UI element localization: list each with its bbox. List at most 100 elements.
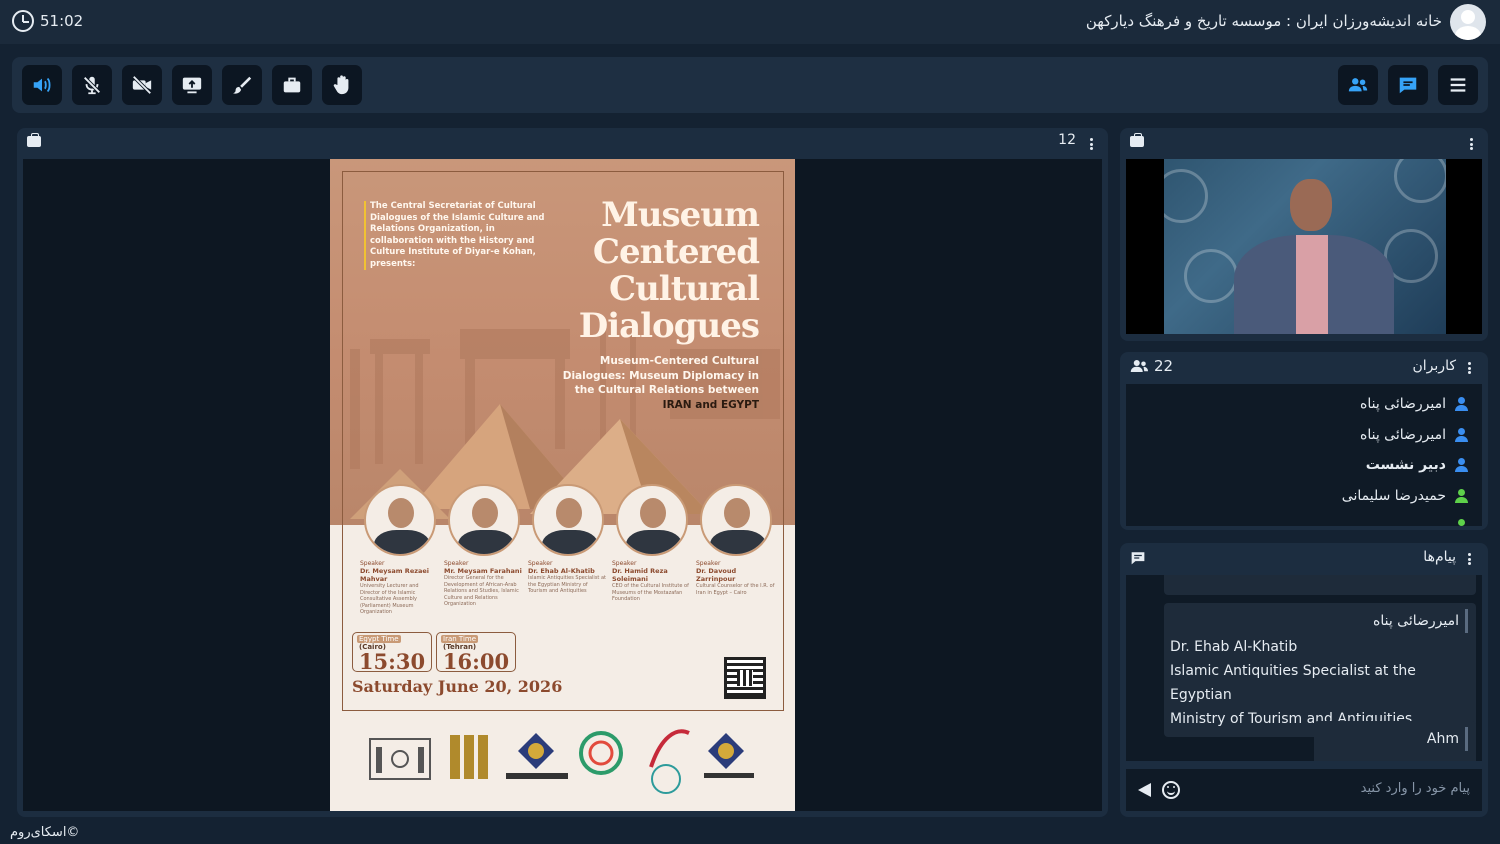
chat-icon	[1399, 77, 1417, 94]
briefcase-icon	[27, 133, 41, 147]
user-icon	[1454, 428, 1468, 442]
speaker-role: Cultural Counselor of the I.R. of Iran i…	[696, 583, 775, 596]
person-shirt	[1296, 235, 1328, 334]
parliament-logo	[369, 738, 431, 780]
briefcase-icon	[283, 77, 301, 93]
speaker-name: Dr. Ehab Al-Khatib	[528, 567, 595, 575]
message-bubble: امیررضائی پناه Dr. Ehab Al-Khatib Islami…	[1164, 603, 1476, 737]
send-icon[interactable]	[1138, 783, 1151, 797]
messages-more-icon[interactable]	[1462, 551, 1476, 567]
stage-files-icon[interactable]	[27, 133, 41, 147]
user-item-partial[interactable]	[1454, 514, 1468, 526]
video-panel	[1120, 128, 1488, 341]
microphone-button[interactable]	[72, 65, 112, 105]
chat-icon	[1131, 552, 1145, 565]
user-avatar[interactable]	[1450, 4, 1486, 40]
message-sender: امیررضائی پناه	[1170, 609, 1468, 633]
speaker-photo	[616, 484, 688, 556]
icro-logo	[506, 733, 568, 779]
cultural-center-logo	[704, 733, 754, 778]
speaker-name: Dr. Davoud Zarrinpour	[696, 567, 737, 583]
speaker-role: Director General for the Development of …	[444, 575, 519, 607]
messages-panel: پیام‌ها امیررضائی پناه Dr. Ehab Al-Khati…	[1120, 543, 1488, 817]
message-input[interactable]: پیام خود را وارد کنید	[1126, 769, 1482, 811]
slide-viewport: The Central Secretariat of Cultural Dial…	[23, 159, 1102, 811]
menu-button[interactable]	[1438, 65, 1478, 105]
mic-off-icon	[83, 76, 101, 95]
messages-panel-header: پیام‌ها	[1120, 543, 1488, 573]
video-files-icon[interactable]	[1130, 133, 1144, 147]
qr-code	[724, 657, 766, 699]
message-bubble: Ahm	[1314, 721, 1476, 761]
museum-logo	[450, 735, 488, 779]
iran-time-label: Iran Time	[441, 635, 479, 643]
speaker-role: Islamic Antiquities Specialist at the Eg…	[528, 575, 607, 594]
webcam-feed[interactable]	[1126, 159, 1482, 334]
stage-more-icon[interactable]	[1084, 136, 1098, 152]
users-list: امیررضائی پناه امیررضائی پناه دبیر نشست …	[1126, 384, 1482, 526]
user-item[interactable]: امیررضائی پناه	[1360, 423, 1468, 447]
user-icon	[1454, 458, 1468, 472]
speaker-icon	[33, 77, 51, 93]
speaker-name: Dr. Meysam Rezaei Mahvar	[360, 567, 430, 583]
egypt-time-label: Egypt Time	[357, 635, 401, 643]
egypt-time-box: Egypt Time (Cairo) 15:30	[352, 632, 432, 674]
top-bar: 51:02 خانه اندیشه‌ورزان ایران : موسسه تا…	[0, 0, 1500, 44]
iran-time-box: Iran Time (Tehran) 16:00	[436, 632, 516, 674]
event-poster: The Central Secretariat of Cultural Dial…	[330, 159, 795, 811]
user-name: امیررضائی پناه	[1360, 427, 1446, 443]
raise-hand-button[interactable]	[322, 65, 362, 105]
user-name: دبیر نشست	[1365, 457, 1446, 473]
user-icon	[1454, 489, 1468, 503]
egypt-time: 15:30	[358, 649, 426, 674]
page-number: 12	[1058, 132, 1076, 148]
poster-subtitle-countries: IRAN and EGYPT	[662, 398, 759, 411]
brush-icon	[232, 76, 252, 94]
speaker-tag: Speaker	[360, 560, 385, 567]
user-name: حمیدرضا سلیمانی	[1341, 488, 1446, 504]
message-input-placeholder: پیام خود را وارد کنید	[1360, 781, 1470, 796]
wall-tile	[1394, 159, 1446, 203]
camera-button[interactable]	[122, 65, 162, 105]
users-panel: 22 کاربران امیررضائی پناه امیررضائی پناه…	[1120, 352, 1488, 530]
poster-title-line: Centered	[592, 232, 760, 272]
speaker-card: Speaker Mr. Meysam Farahani Director Gen…	[444, 484, 524, 608]
speaker-card: Speaker Dr. Meysam Rezaei Mahvar Univers…	[360, 484, 440, 616]
speaker-button[interactable]	[22, 65, 62, 105]
users-more-icon[interactable]	[1462, 360, 1476, 376]
emoji-icon[interactable]	[1162, 781, 1180, 799]
user-item[interactable]: امیررضائی پناه	[1360, 392, 1468, 416]
speaker-photo	[364, 484, 436, 556]
users-count: 22	[1130, 357, 1173, 375]
event-date: Saturday June 20, 2026	[352, 677, 563, 696]
user-icon	[1454, 397, 1468, 411]
user-item[interactable]: حمیدرضا سلیمانی	[1342, 484, 1468, 508]
speaker-tag: Speaker	[696, 560, 721, 567]
poster-title-line: Cultural	[609, 269, 760, 309]
video-more-icon[interactable]	[1464, 136, 1478, 152]
speaker-name: Dr. Hamid Reza Soleimani	[612, 567, 668, 583]
user-item[interactable]: دبیر نشست	[1366, 453, 1468, 477]
poster-title-line: Dialogues	[578, 306, 760, 346]
speaker-photo	[448, 484, 520, 556]
files-button[interactable]	[272, 65, 312, 105]
speaker-tag: Speaker	[528, 560, 553, 567]
screen-share-icon	[182, 77, 202, 94]
screen-share-button[interactable]	[172, 65, 212, 105]
raise-hand-icon	[333, 75, 349, 95]
users-icon	[1348, 78, 1368, 92]
wall-tile	[1184, 249, 1238, 303]
iran-time: 16:00	[442, 649, 510, 674]
timer-value: 51:02	[40, 12, 84, 30]
webcam-image	[1164, 159, 1446, 334]
chat-toggle-button[interactable]	[1388, 65, 1428, 105]
users-toggle-button[interactable]	[1338, 65, 1378, 105]
sponsor-logos	[369, 729, 754, 794]
wall-tile	[1164, 169, 1208, 223]
speaker-tag: Speaker	[612, 560, 637, 567]
menu-icon	[1450, 78, 1466, 92]
poster-title-line: Museum	[601, 195, 760, 235]
session-timer: 51:02	[12, 10, 83, 32]
whiteboard-button[interactable]	[222, 65, 262, 105]
briefcase-icon	[1130, 133, 1144, 147]
